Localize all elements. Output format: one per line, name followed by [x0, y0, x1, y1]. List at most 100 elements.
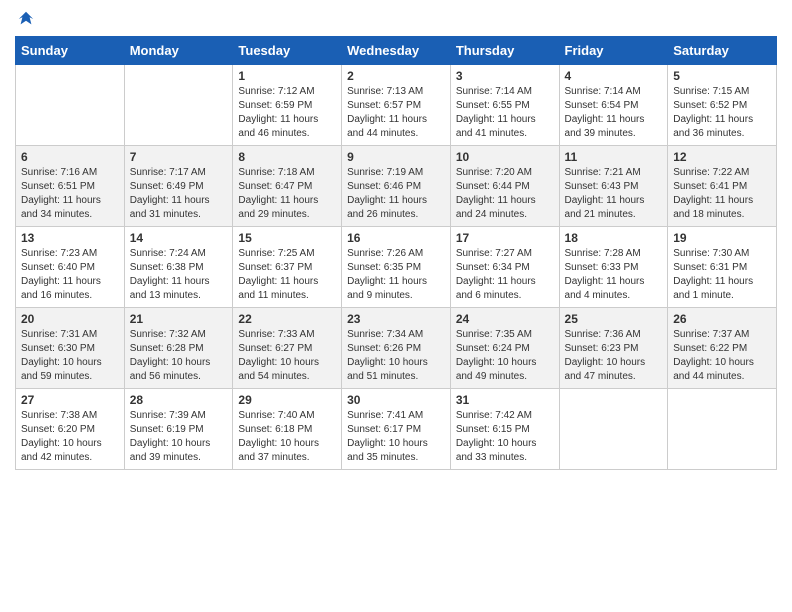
day-number: 12 [673, 150, 771, 164]
page-header [15, 10, 777, 28]
day-number: 28 [130, 393, 228, 407]
calendar-week-row: 27 Sunrise: 7:38 AM Sunset: 6:20 PM Dayli… [16, 389, 777, 470]
calendar-cell [124, 65, 233, 146]
day-info: Sunrise: 7:30 AM Sunset: 6:31 PM Dayligh… [673, 247, 771, 303]
day-info: Sunrise: 7:31 AM Sunset: 6:30 PM Dayligh… [21, 328, 119, 384]
calendar-cell: 17 Sunrise: 7:27 AM Sunset: 6:34 PM Dayli… [450, 227, 559, 308]
day-info: Sunrise: 7:18 AM Sunset: 6:47 PM Dayligh… [238, 166, 336, 222]
day-number: 26 [673, 312, 771, 326]
calendar-cell: 10 Sunrise: 7:20 AM Sunset: 6:44 PM Dayli… [450, 146, 559, 227]
day-info: Sunrise: 7:42 AM Sunset: 6:15 PM Dayligh… [456, 409, 554, 465]
day-number: 1 [238, 69, 336, 83]
calendar-cell: 23 Sunrise: 7:34 AM Sunset: 6:26 PM Dayli… [342, 308, 451, 389]
calendar-cell: 30 Sunrise: 7:41 AM Sunset: 6:17 PM Dayli… [342, 389, 451, 470]
day-info: Sunrise: 7:14 AM Sunset: 6:55 PM Dayligh… [456, 85, 554, 141]
calendar-cell: 18 Sunrise: 7:28 AM Sunset: 6:33 PM Dayli… [559, 227, 668, 308]
calendar-cell: 15 Sunrise: 7:25 AM Sunset: 6:37 PM Dayli… [233, 227, 342, 308]
calendar-cell [559, 389, 668, 470]
calendar-cell: 2Sunrise: 7:13 AM Sunset: 6:57 PM Daylig… [342, 65, 451, 146]
calendar-cell: 21 Sunrise: 7:32 AM Sunset: 6:28 PM Dayli… [124, 308, 233, 389]
calendar-cell: 9 Sunrise: 7:19 AM Sunset: 6:46 PM Daylig… [342, 146, 451, 227]
calendar-cell: 13 Sunrise: 7:23 AM Sunset: 6:40 PM Dayli… [16, 227, 125, 308]
day-info: Sunrise: 7:16 AM Sunset: 6:51 PM Dayligh… [21, 166, 119, 222]
weekday-header-monday: Monday [124, 37, 233, 65]
day-number: 31 [456, 393, 554, 407]
page-container: SundayMondayTuesdayWednesdayThursdayFrid… [0, 0, 792, 485]
day-info: Sunrise: 7:36 AM Sunset: 6:23 PM Dayligh… [565, 328, 663, 384]
day-number: 9 [347, 150, 445, 164]
day-number: 15 [238, 231, 336, 245]
calendar-cell: 1Sunrise: 7:12 AM Sunset: 6:59 PM Daylig… [233, 65, 342, 146]
day-number: 4 [565, 69, 663, 83]
calendar-cell: 4 Sunrise: 7:14 AM Sunset: 6:54 PM Daylig… [559, 65, 668, 146]
calendar-cell: 12 Sunrise: 7:22 AM Sunset: 6:41 PM Dayli… [668, 146, 777, 227]
day-info: Sunrise: 7:39 AM Sunset: 6:19 PM Dayligh… [130, 409, 228, 465]
weekday-header-wednesday: Wednesday [342, 37, 451, 65]
day-number: 29 [238, 393, 336, 407]
weekday-header-friday: Friday [559, 37, 668, 65]
day-number: 30 [347, 393, 445, 407]
calendar-cell [668, 389, 777, 470]
day-number: 20 [21, 312, 119, 326]
day-number: 23 [347, 312, 445, 326]
calendar-cell: 28 Sunrise: 7:39 AM Sunset: 6:19 PM Dayli… [124, 389, 233, 470]
day-number: 24 [456, 312, 554, 326]
calendar-cell: 24 Sunrise: 7:35 AM Sunset: 6:24 PM Dayli… [450, 308, 559, 389]
calendar-table: SundayMondayTuesdayWednesdayThursdayFrid… [15, 36, 777, 470]
day-info: Sunrise: 7:15 AM Sunset: 6:52 PM Dayligh… [673, 85, 771, 141]
day-number: 22 [238, 312, 336, 326]
calendar-cell: 16 Sunrise: 7:26 AM Sunset: 6:35 PM Dayli… [342, 227, 451, 308]
day-info: Sunrise: 7:40 AM Sunset: 6:18 PM Dayligh… [238, 409, 336, 465]
calendar-cell: 29 Sunrise: 7:40 AM Sunset: 6:18 PM Dayli… [233, 389, 342, 470]
day-number: 27 [21, 393, 119, 407]
day-number: 13 [21, 231, 119, 245]
day-number: 2 [347, 69, 445, 83]
calendar-cell: 11Sunrise: 7:21 AM Sunset: 6:43 PM Dayli… [559, 146, 668, 227]
day-info: Sunrise: 7:37 AM Sunset: 6:22 PM Dayligh… [673, 328, 771, 384]
calendar-cell: 14Sunrise: 7:24 AM Sunset: 6:38 PM Dayli… [124, 227, 233, 308]
day-number: 16 [347, 231, 445, 245]
day-number: 21 [130, 312, 228, 326]
day-number: 18 [565, 231, 663, 245]
day-info: Sunrise: 7:25 AM Sunset: 6:37 PM Dayligh… [238, 247, 336, 303]
weekday-header-saturday: Saturday [668, 37, 777, 65]
day-number: 5 [673, 69, 771, 83]
day-info: Sunrise: 7:20 AM Sunset: 6:44 PM Dayligh… [456, 166, 554, 222]
day-info: Sunrise: 7:35 AM Sunset: 6:24 PM Dayligh… [456, 328, 554, 384]
day-info: Sunrise: 7:28 AM Sunset: 6:33 PM Dayligh… [565, 247, 663, 303]
day-info: Sunrise: 7:19 AM Sunset: 6:46 PM Dayligh… [347, 166, 445, 222]
logo-bird-icon [17, 10, 35, 28]
calendar-week-row: 6Sunrise: 7:16 AM Sunset: 6:51 PM Daylig… [16, 146, 777, 227]
calendar-cell: 3Sunrise: 7:14 AM Sunset: 6:55 PM Daylig… [450, 65, 559, 146]
calendar-cell: 19 Sunrise: 7:30 AM Sunset: 6:31 PM Dayli… [668, 227, 777, 308]
calendar-week-row: 13 Sunrise: 7:23 AM Sunset: 6:40 PM Dayli… [16, 227, 777, 308]
calendar-cell: 8 Sunrise: 7:18 AM Sunset: 6:47 PM Daylig… [233, 146, 342, 227]
day-number: 25 [565, 312, 663, 326]
calendar-cell: 26 Sunrise: 7:37 AM Sunset: 6:22 PM Dayli… [668, 308, 777, 389]
day-info: Sunrise: 7:26 AM Sunset: 6:35 PM Dayligh… [347, 247, 445, 303]
day-info: Sunrise: 7:38 AM Sunset: 6:20 PM Dayligh… [21, 409, 119, 465]
day-info: Sunrise: 7:41 AM Sunset: 6:17 PM Dayligh… [347, 409, 445, 465]
day-info: Sunrise: 7:33 AM Sunset: 6:27 PM Dayligh… [238, 328, 336, 384]
calendar-cell: 25 Sunrise: 7:36 AM Sunset: 6:23 PM Dayli… [559, 308, 668, 389]
day-info: Sunrise: 7:14 AM Sunset: 6:54 PM Dayligh… [565, 85, 663, 141]
calendar-cell [16, 65, 125, 146]
day-number: 11 [565, 150, 663, 164]
calendar-cell: 31 Sunrise: 7:42 AM Sunset: 6:15 PM Dayli… [450, 389, 559, 470]
day-number: 10 [456, 150, 554, 164]
weekday-header-sunday: Sunday [16, 37, 125, 65]
day-number: 19 [673, 231, 771, 245]
day-info: Sunrise: 7:23 AM Sunset: 6:40 PM Dayligh… [21, 247, 119, 303]
day-number: 8 [238, 150, 336, 164]
day-info: Sunrise: 7:27 AM Sunset: 6:34 PM Dayligh… [456, 247, 554, 303]
day-number: 17 [456, 231, 554, 245]
day-info: Sunrise: 7:24 AM Sunset: 6:38 PM Dayligh… [130, 247, 228, 303]
logo [15, 10, 35, 28]
day-info: Sunrise: 7:17 AM Sunset: 6:49 PM Dayligh… [130, 166, 228, 222]
calendar-cell: 6Sunrise: 7:16 AM Sunset: 6:51 PM Daylig… [16, 146, 125, 227]
calendar-cell: 27 Sunrise: 7:38 AM Sunset: 6:20 PM Dayli… [16, 389, 125, 470]
day-info: Sunrise: 7:22 AM Sunset: 6:41 PM Dayligh… [673, 166, 771, 222]
day-info: Sunrise: 7:32 AM Sunset: 6:28 PM Dayligh… [130, 328, 228, 384]
day-info: Sunrise: 7:34 AM Sunset: 6:26 PM Dayligh… [347, 328, 445, 384]
calendar-week-row: 1Sunrise: 7:12 AM Sunset: 6:59 PM Daylig… [16, 65, 777, 146]
